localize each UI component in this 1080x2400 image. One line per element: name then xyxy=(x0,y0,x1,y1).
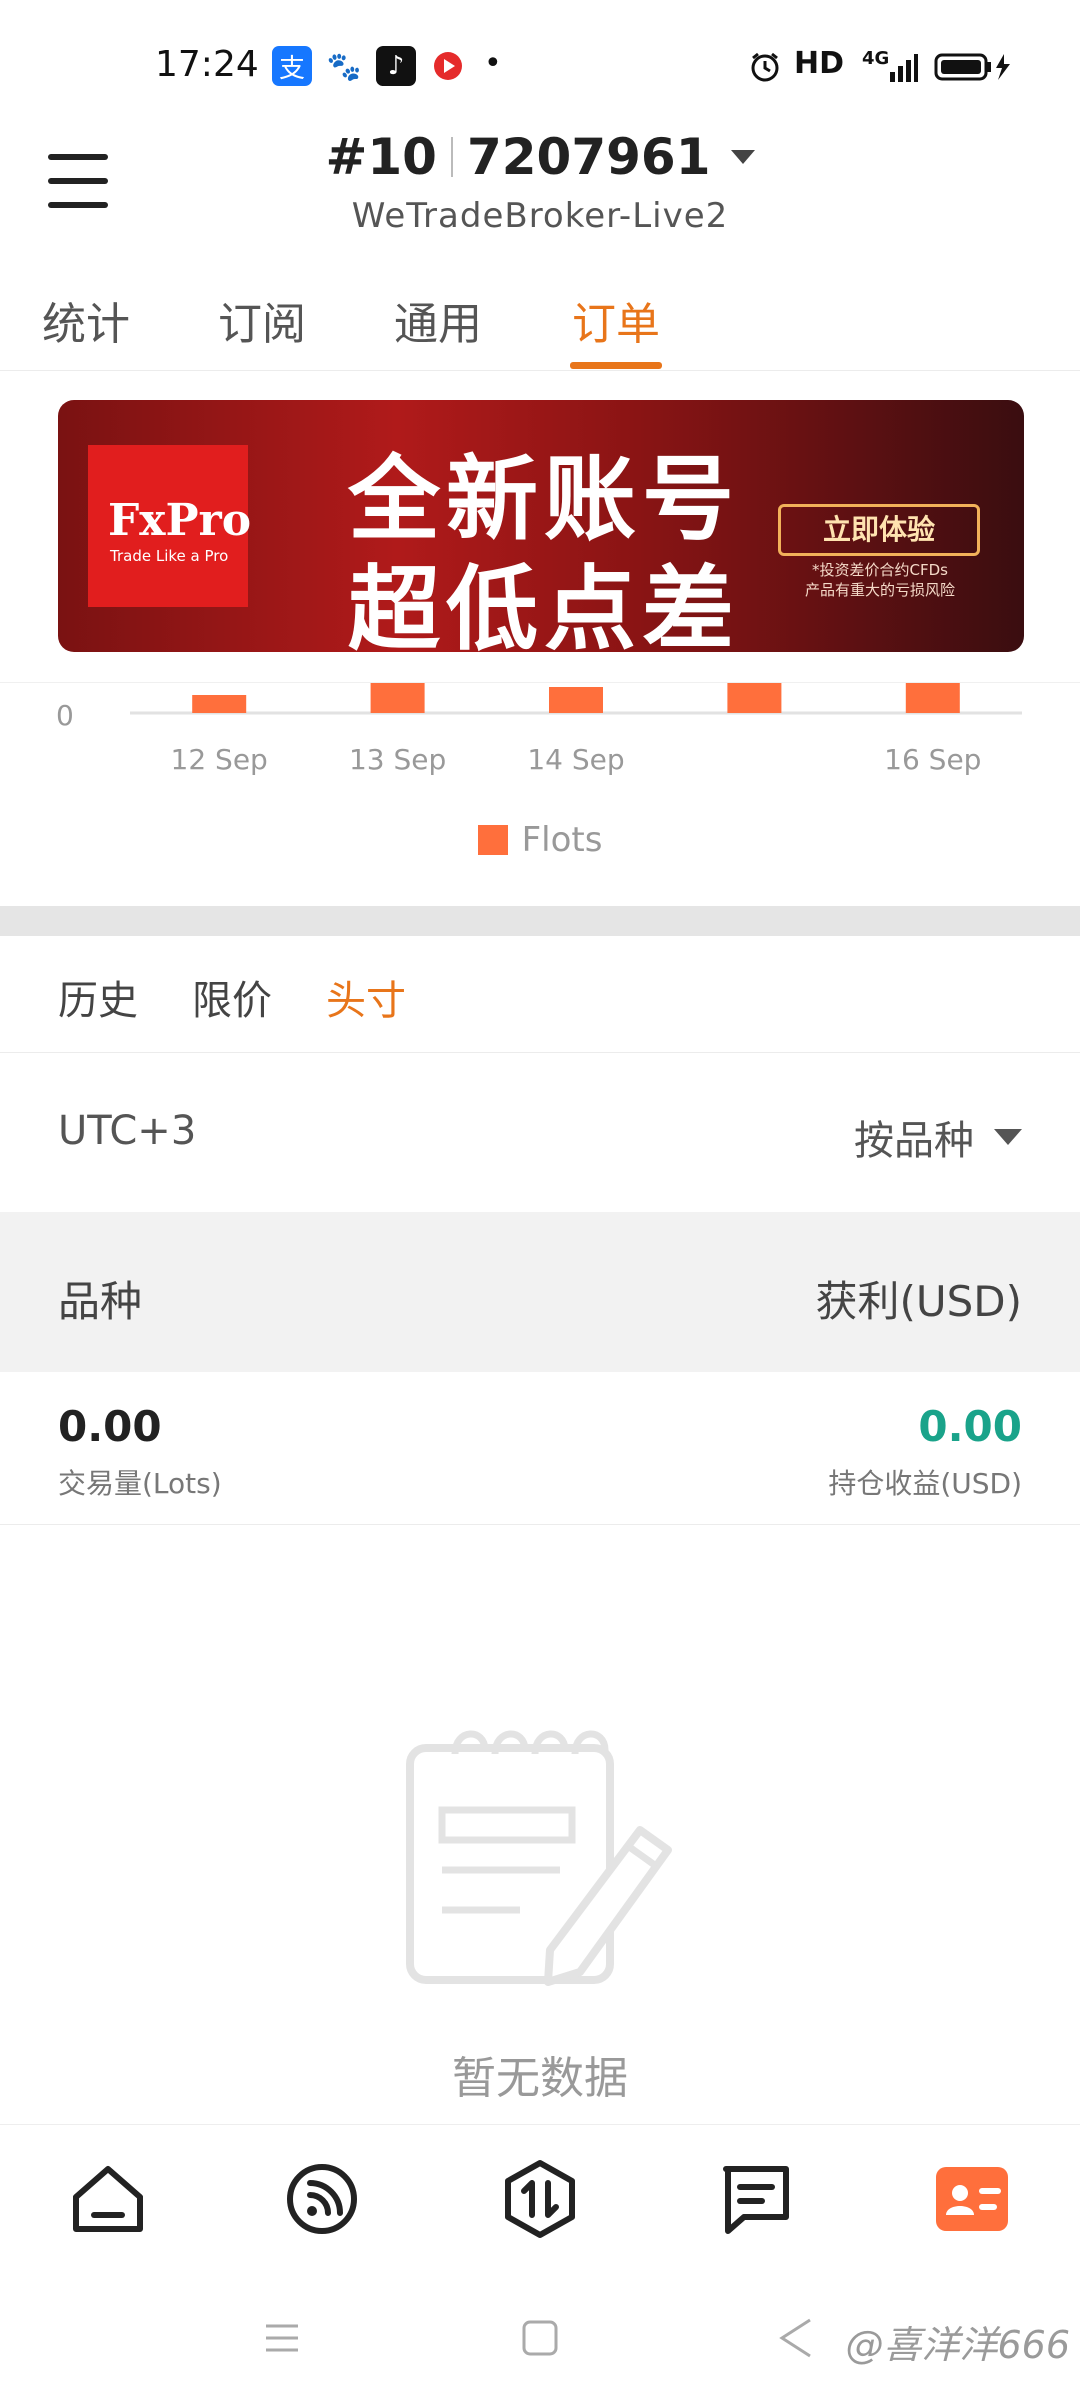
timezone-selector[interactable]: UTC+3 xyxy=(58,1108,196,1154)
nav-trade[interactable] xyxy=(498,2157,582,2241)
empty-notepad-icon xyxy=(400,1720,680,1990)
y-tick-label: 0 xyxy=(56,699,74,732)
chart-bar xyxy=(192,695,247,713)
column-profit: 获利(USD) xyxy=(815,1277,1022,1326)
risk-note-line-2: 产品有重大的亏损风险 xyxy=(804,581,955,599)
legend-label: Flots xyxy=(521,820,603,860)
tab-general[interactable]: 通用 xyxy=(394,288,482,352)
hd-indicator: HD xyxy=(794,46,845,81)
x-tick-label: 13 Sep xyxy=(349,743,446,776)
chart-legend: Flots xyxy=(0,820,1080,860)
legend-swatch xyxy=(477,825,508,855)
account-divider xyxy=(450,137,453,177)
alipay-icon: 支 xyxy=(272,46,312,86)
chart-svg: 0 12 Sep 13 Sep 14 Sep 16 Sep xyxy=(56,683,1022,776)
filter-row: UTC+3 按品种 xyxy=(0,1052,1080,1212)
nav-account[interactable] xyxy=(930,2157,1014,2241)
status-time: 17:24 xyxy=(155,44,259,85)
lots-value: 0.00 xyxy=(58,1402,162,1451)
subtab-positions[interactable]: 头寸 xyxy=(326,968,406,1026)
promo-banner[interactable]: FxPro Trade Like a Pro 全新账号 超低点差 立即体验 *投… xyxy=(58,400,1024,652)
account-card-icon xyxy=(936,2167,1008,2231)
tab-statistics[interactable]: 统计 xyxy=(42,288,130,352)
lots-chart: 0 12 Sep 13 Sep 14 Sep 16 Sep xyxy=(0,682,1080,913)
x-tick-label: 12 Sep xyxy=(171,743,268,776)
video-app-icon xyxy=(428,46,468,86)
sort-label: 按品种 xyxy=(854,1118,974,1164)
active-tab-indicator xyxy=(570,362,662,369)
home-icon xyxy=(73,2166,143,2232)
network-label: 4G xyxy=(862,48,890,69)
banner-risk-note: *投资差价合约CFDs 产品有重大的亏损风险 xyxy=(770,560,990,600)
signal-icon xyxy=(888,50,918,88)
battery-icon xyxy=(934,52,1014,86)
chart-bar xyxy=(727,683,782,713)
tab-subscription[interactable]: 订阅 xyxy=(218,288,306,352)
signal-feed-icon xyxy=(287,2164,357,2234)
server-name: WeTradeBroker-Live2 xyxy=(351,196,729,236)
baidu-icon: 🐾 xyxy=(324,46,364,86)
status-dot: • xyxy=(484,46,502,81)
main-tabs: 统计 订阅 通用 订单 xyxy=(0,270,1080,371)
chart-bar xyxy=(549,687,603,713)
back-icon[interactable] xyxy=(776,2314,816,2366)
trade-icon xyxy=(505,2160,575,2238)
subtab-limit[interactable]: 限价 xyxy=(192,968,272,1026)
banner-headline-2: 超低点差 xyxy=(348,556,741,652)
alarm-icon xyxy=(748,50,782,88)
chevron-down-icon xyxy=(994,1129,1022,1145)
chevron-down-icon xyxy=(730,150,755,164)
order-sub-tabs: 历史 限价 头寸 xyxy=(0,936,1080,1053)
tab-orders[interactable]: 订单 xyxy=(572,288,660,352)
watermark: @喜洋洋666 xyxy=(845,2323,1070,2367)
empty-state-text: 暂无数据 xyxy=(452,2053,628,2104)
banner-cta-button[interactable]: 立即体验 xyxy=(778,504,980,556)
sort-selector[interactable]: 按品种 xyxy=(854,1108,1022,1166)
account-number: 7207961 xyxy=(466,128,711,186)
chart-bar xyxy=(370,683,425,713)
tiktok-icon: ♪ xyxy=(376,46,416,86)
home-square-icon[interactable] xyxy=(520,2318,560,2362)
system-navigation: @喜洋洋666 xyxy=(0,2274,1080,2400)
x-tick-label: 14 Sep xyxy=(527,743,624,776)
account-selector[interactable]: #10 7207961 xyxy=(0,128,1080,186)
x-tick-label: 16 Sep xyxy=(884,743,981,776)
bottom-navigation xyxy=(0,2124,1080,2275)
nav-signals[interactable] xyxy=(280,2157,364,2241)
column-symbol: 品种 xyxy=(58,1277,143,1326)
chart-bar xyxy=(905,683,960,713)
account-prefix: #10 xyxy=(325,128,437,186)
section-divider xyxy=(0,906,1080,936)
recent-apps-icon[interactable] xyxy=(262,2318,302,2362)
nav-messages[interactable] xyxy=(714,2157,798,2241)
table-header: 品种 获利(USD) xyxy=(0,1212,1080,1372)
nav-home[interactable] xyxy=(66,2157,150,2241)
message-icon xyxy=(723,2166,789,2234)
pnl-label: 持仓收益(USD) xyxy=(828,1467,1022,1500)
risk-note-line-1: *投资差价合约CFDs xyxy=(812,561,948,579)
logo-tagline: Trade Like a Pro xyxy=(110,547,229,565)
logo-name: FxPro xyxy=(108,495,252,546)
status-bar: 17:24 支 🐾 ♪ • HD 4G xyxy=(0,0,1080,120)
fxpro-logo: FxPro Trade Like a Pro xyxy=(88,445,252,607)
lots-label: 交易量(Lots) xyxy=(58,1467,222,1500)
pnl-value: 0.00 xyxy=(918,1402,1022,1451)
subtab-history[interactable]: 历史 xyxy=(58,968,138,1026)
positions-summary: 0.00 交易量(Lots) 0.00 持仓收益(USD) xyxy=(0,1372,1080,1525)
